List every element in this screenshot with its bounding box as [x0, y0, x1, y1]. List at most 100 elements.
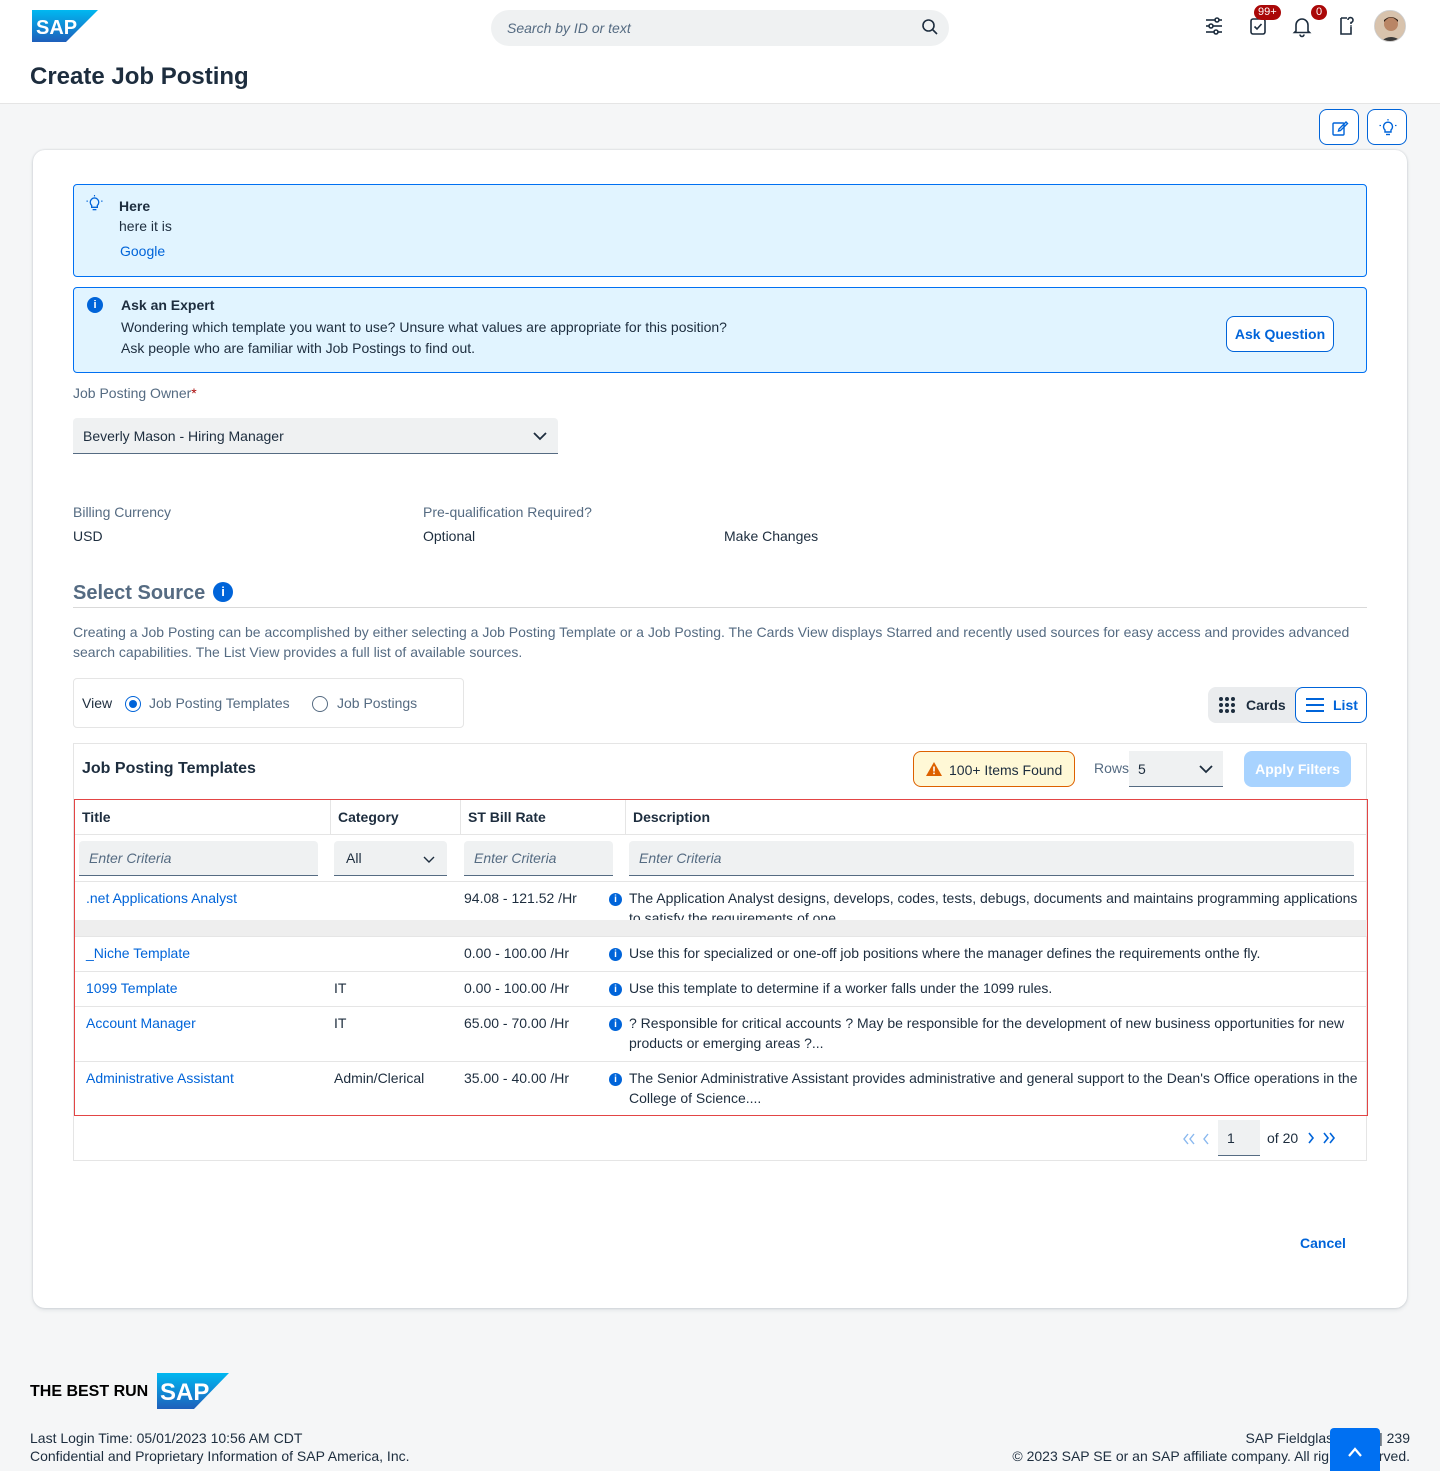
- expert-title: Ask an Expert: [121, 297, 215, 313]
- row-separator-band: [75, 920, 1367, 936]
- pagination: 1 of 20: [1182, 1120, 1352, 1156]
- cards-view-button[interactable]: Cards: [1208, 687, 1294, 723]
- rate-info-icon[interactable]: i: [609, 893, 622, 906]
- search-field[interactable]: [491, 10, 949, 46]
- lightbulb-icon: [86, 195, 103, 211]
- row-description: The Senior Administrative Assistant prov…: [629, 1070, 1358, 1106]
- filter-description[interactable]: [629, 841, 1354, 876]
- sap-logo[interactable]: SAP: [32, 10, 98, 42]
- prev-page-icon[interactable]: [1202, 1133, 1210, 1145]
- apply-filters-button[interactable]: Apply Filters: [1244, 751, 1351, 787]
- chevron-down-icon: [533, 432, 547, 441]
- confidential-notice: Confidential and Proprietary Information…: [30, 1448, 410, 1464]
- job-templates-table-panel: Job Posting Templates 100+ Items Found R…: [73, 743, 1368, 1161]
- header-divider: [75, 834, 1367, 835]
- tip-title: Here: [119, 198, 151, 214]
- rows-label: Rows: [1094, 760, 1130, 776]
- column-header-category[interactable]: Category: [331, 800, 461, 834]
- grid-icon: [1219, 697, 1235, 713]
- select-source-info-icon[interactable]: i: [213, 582, 233, 602]
- notifications-badge: 0: [1311, 5, 1327, 20]
- cards-view-label: Cards: [1246, 697, 1286, 713]
- owner-label: Job Posting Owner*: [73, 385, 197, 401]
- expert-line-1: Wondering which template you want to use…: [121, 319, 727, 335]
- chevron-down-icon: [423, 856, 435, 863]
- items-found-badge: 100+ Items Found: [913, 751, 1075, 787]
- sap-logo-text: SAP: [36, 17, 77, 39]
- search-input[interactable]: [507, 10, 907, 46]
- scroll-to-top-button[interactable]: [1330, 1428, 1380, 1471]
- table-row[interactable]: _Niche Template 0.00 - 100.00 /Hr i Use …: [75, 936, 1367, 971]
- table-row[interactable]: Account Manager IT 65.00 - 70.00 /Hr i ?…: [75, 1006, 1367, 1061]
- rate-info-icon[interactable]: i: [609, 948, 622, 961]
- column-header-description[interactable]: Description: [626, 800, 1367, 834]
- section-divider: [73, 607, 1367, 608]
- owner-select[interactable]: Beverly Mason - Hiring Manager: [73, 418, 558, 454]
- row-title-link[interactable]: _Niche Template: [86, 943, 190, 963]
- row-description: Use this for specialized or one-off job …: [629, 945, 1261, 961]
- filter-rate-input[interactable]: [464, 841, 613, 875]
- row-title-link[interactable]: Account Manager: [86, 1013, 196, 1033]
- radio-job-posting-templates-label[interactable]: Job Posting Templates: [149, 695, 290, 711]
- bell-icon[interactable]: [1290, 14, 1314, 38]
- shell-bar: SAP 99+ 0 Create Job Posting: [0, 0, 1440, 104]
- page-number-value: 1: [1227, 1130, 1235, 1146]
- filter-title[interactable]: [79, 841, 318, 876]
- next-page-icon[interactable]: [1307, 1132, 1315, 1144]
- table-title: Job Posting Templates: [82, 760, 256, 777]
- row-title-link[interactable]: 1099 Template: [86, 978, 178, 998]
- owner-label-text: Job Posting Owner: [73, 385, 192, 401]
- row-description: ? Responsible for critical accounts ? Ma…: [629, 1015, 1345, 1051]
- help-icon[interactable]: [1334, 14, 1358, 38]
- edit-note-button[interactable]: [1319, 109, 1359, 145]
- column-header-rate[interactable]: ST Bill Rate: [461, 800, 626, 834]
- column-header-title[interactable]: Title: [75, 800, 331, 834]
- radio-job-posting-templates[interactable]: [125, 696, 141, 712]
- list-view-button[interactable]: List: [1295, 687, 1367, 723]
- select-source-description: Creating a Job Posting can be accomplish…: [73, 624, 1350, 660]
- filter-description-input[interactable]: [629, 841, 1354, 875]
- prequal-value: Optional: [423, 528, 476, 544]
- row-rate: 0.00 - 100.00 /Hr: [464, 945, 570, 961]
- row-category: IT: [334, 980, 347, 996]
- row-rate: 35.00 - 40.00 /Hr: [464, 1070, 570, 1086]
- cancel-button[interactable]: Cancel: [1300, 1235, 1346, 1251]
- settings-sliders-icon[interactable]: [1202, 14, 1226, 38]
- row-title-link[interactable]: .net Applications Analyst: [86, 888, 237, 908]
- search-icon[interactable]: [921, 18, 939, 36]
- row-description: Use this template to determine if a work…: [629, 980, 1053, 996]
- ask-expert-strip: i Ask an Expert Wondering which template…: [73, 287, 1367, 373]
- view-label: View: [82, 695, 113, 711]
- info-icon: i: [87, 297, 103, 313]
- rate-info-icon[interactable]: i: [609, 1018, 622, 1031]
- make-changes-link[interactable]: Make Changes: [724, 528, 818, 544]
- prequal-label: Pre-qualification Required?: [423, 504, 592, 520]
- templates-grid: Title Category ST Bill Rate Description …: [74, 799, 1368, 1116]
- radio-job-postings-label[interactable]: Job Postings: [337, 695, 417, 711]
- billing-currency-label: Billing Currency: [73, 504, 172, 520]
- filter-rate[interactable]: [464, 841, 613, 876]
- radio-job-postings[interactable]: [312, 696, 328, 712]
- filter-category[interactable]: All: [334, 841, 447, 876]
- first-page-icon[interactable]: [1182, 1133, 1196, 1145]
- ask-question-button[interactable]: Ask Question: [1226, 316, 1334, 352]
- table-row[interactable]: 1099 Template IT 0.00 - 100.00 /Hr i Use…: [75, 971, 1367, 1006]
- filter-title-input[interactable]: [79, 841, 318, 875]
- page-number-input[interactable]: 1: [1218, 1120, 1260, 1156]
- table-row[interactable]: Administrative Assistant Admin/Clerical …: [75, 1061, 1367, 1115]
- lightbulb-button[interactable]: [1367, 109, 1407, 145]
- chevron-down-icon: [1199, 765, 1213, 774]
- rate-info-icon[interactable]: i: [609, 1073, 622, 1086]
- footer-logo-text: SAP: [160, 1379, 209, 1406]
- table-row[interactable]: .net Applications Analyst 94.08 - 121.52…: [75, 881, 1367, 936]
- row-category: IT: [334, 1015, 347, 1031]
- user-avatar[interactable]: [1374, 10, 1406, 42]
- lightbulb-icon: [1379, 119, 1397, 136]
- filter-category-value: All: [346, 850, 362, 866]
- tip-link[interactable]: Google: [120, 243, 165, 259]
- rate-info-icon[interactable]: i: [609, 983, 622, 996]
- rows-select[interactable]: 5: [1129, 751, 1223, 787]
- row-title-link[interactable]: Administrative Assistant: [86, 1068, 234, 1088]
- tip-text: here it is: [119, 218, 172, 234]
- last-page-icon[interactable]: [1322, 1132, 1336, 1144]
